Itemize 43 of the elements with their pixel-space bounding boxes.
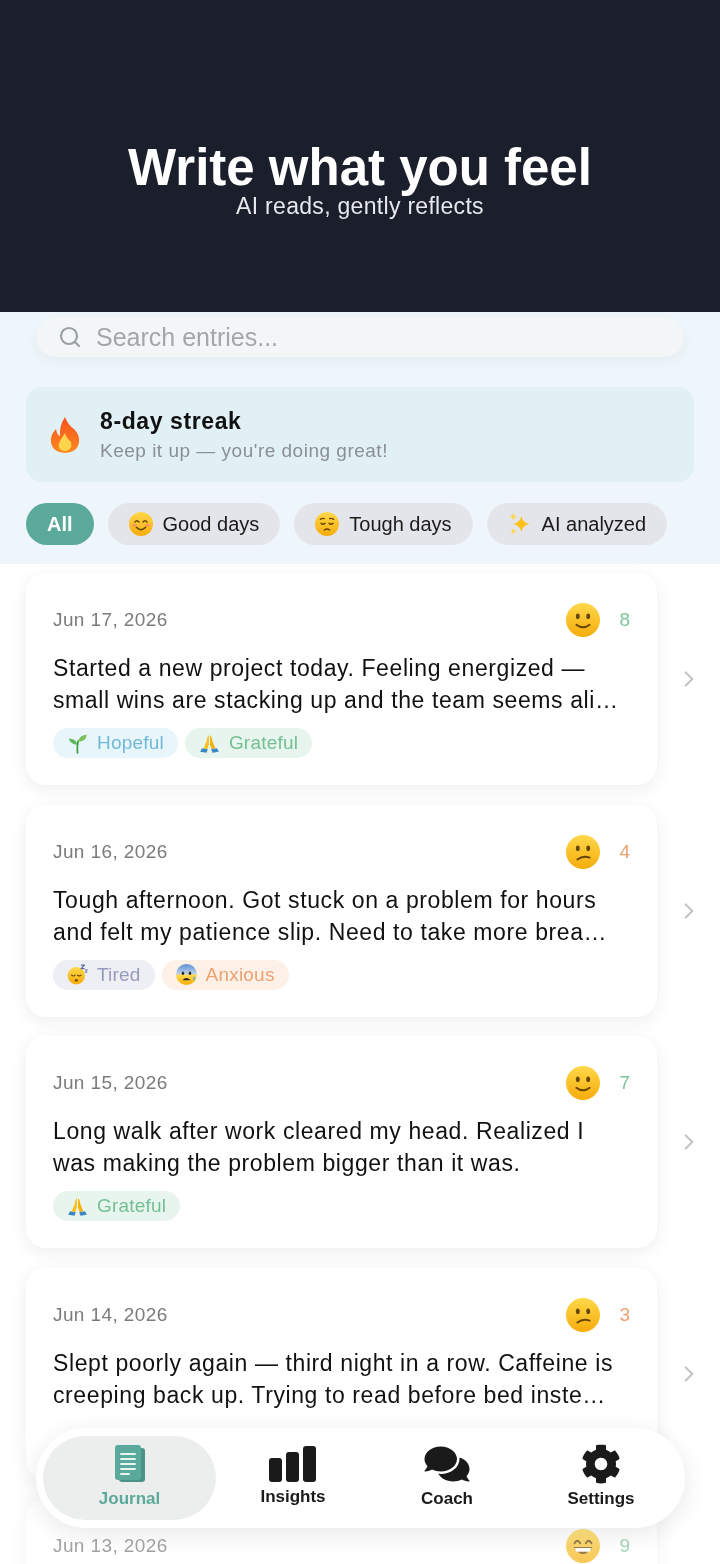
tag-label: Hopeful: [97, 732, 164, 754]
smiling-face-icon: [128, 512, 153, 536]
confused-face-icon: [566, 1297, 601, 1332]
bar-chart-icon: [269, 1445, 317, 1482]
mood-score: 9: [619, 1535, 630, 1557]
filter-chip[interactable]: AI analyzed: [486, 503, 668, 545]
mood-score: 3: [619, 1303, 630, 1326]
search-field[interactable]: Search entries...: [36, 317, 684, 357]
entry-date: Jun 16, 2026: [53, 840, 168, 863]
smiling-face-icon: [566, 603, 601, 637]
mood-score: 4: [619, 840, 630, 863]
filter-chip[interactable]: Tough days: [294, 503, 473, 545]
pensive-face-icon: [315, 512, 340, 536]
notebook-icon: [112, 1443, 147, 1484]
settings-icon: [581, 1443, 621, 1484]
tag-label: Grateful: [228, 732, 299, 754]
mood-score: 8: [619, 609, 630, 631]
confused-face-icon: [566, 834, 601, 869]
smiling-face-icon: [566, 1066, 601, 1100]
entry-text: Long walk after work cleared my head. Realized I was making the problem bigger than it was.: [53, 1117, 586, 1178]
entry-card[interactable]: Jun 17, 2026 8 Started a new project today. Feeling energized — small wins are stacking up and the team seems ali… Hopeful Grateful: [26, 573, 657, 785]
tag-label: Tired: [97, 963, 141, 986]
entry-date: Jun 17, 2026: [53, 609, 168, 631]
anxious-face-icon: [175, 964, 197, 985]
entry-text: Started a new project today. Feeling energized — small wins are stacking up and the team seems ali…: [53, 654, 620, 715]
tag-label: Anxious: [205, 963, 275, 986]
header-title: Write what you feel: [128, 138, 592, 196]
entry-date: Jun 15, 2026: [53, 1072, 168, 1094]
entry-date: Jun 13, 2026: [53, 1535, 168, 1557]
entry-date: Jun 14, 2026: [53, 1303, 168, 1326]
entry-card[interactable]: Jun 16, 2026 4 Tough afternoon. Got stuck on a problem for hours and felt my patience slip. Need to take more brea… Tired Anxious: [26, 804, 657, 1017]
streak-title: 8-day streak: [100, 407, 243, 435]
entry-text: Slept poorly again — third night in a row. Caffeine is creeping back up. Trying to read before bed inste…: [53, 1348, 614, 1410]
entry-card[interactable]: Jun 15, 2026 7 Long walk after work cleared my head. Realized I was making the problem bigger than it was. Grateful: [26, 1036, 657, 1248]
entry-text: Tough afternoon. Got stuck on a problem for hours and felt my patience slip. Need to take more brea…: [53, 885, 609, 947]
filter-chip[interactable]: Good days: [107, 503, 281, 545]
sleeping-face-icon: [67, 964, 88, 985]
mood-score: 7: [619, 1072, 630, 1094]
search-icon: [58, 325, 82, 349]
tag-label: Grateful: [97, 1195, 167, 1217]
streak-message: Keep it up — you're doing great!: [100, 439, 388, 462]
fire-icon: [50, 416, 80, 453]
sprout-icon: [67, 732, 88, 754]
